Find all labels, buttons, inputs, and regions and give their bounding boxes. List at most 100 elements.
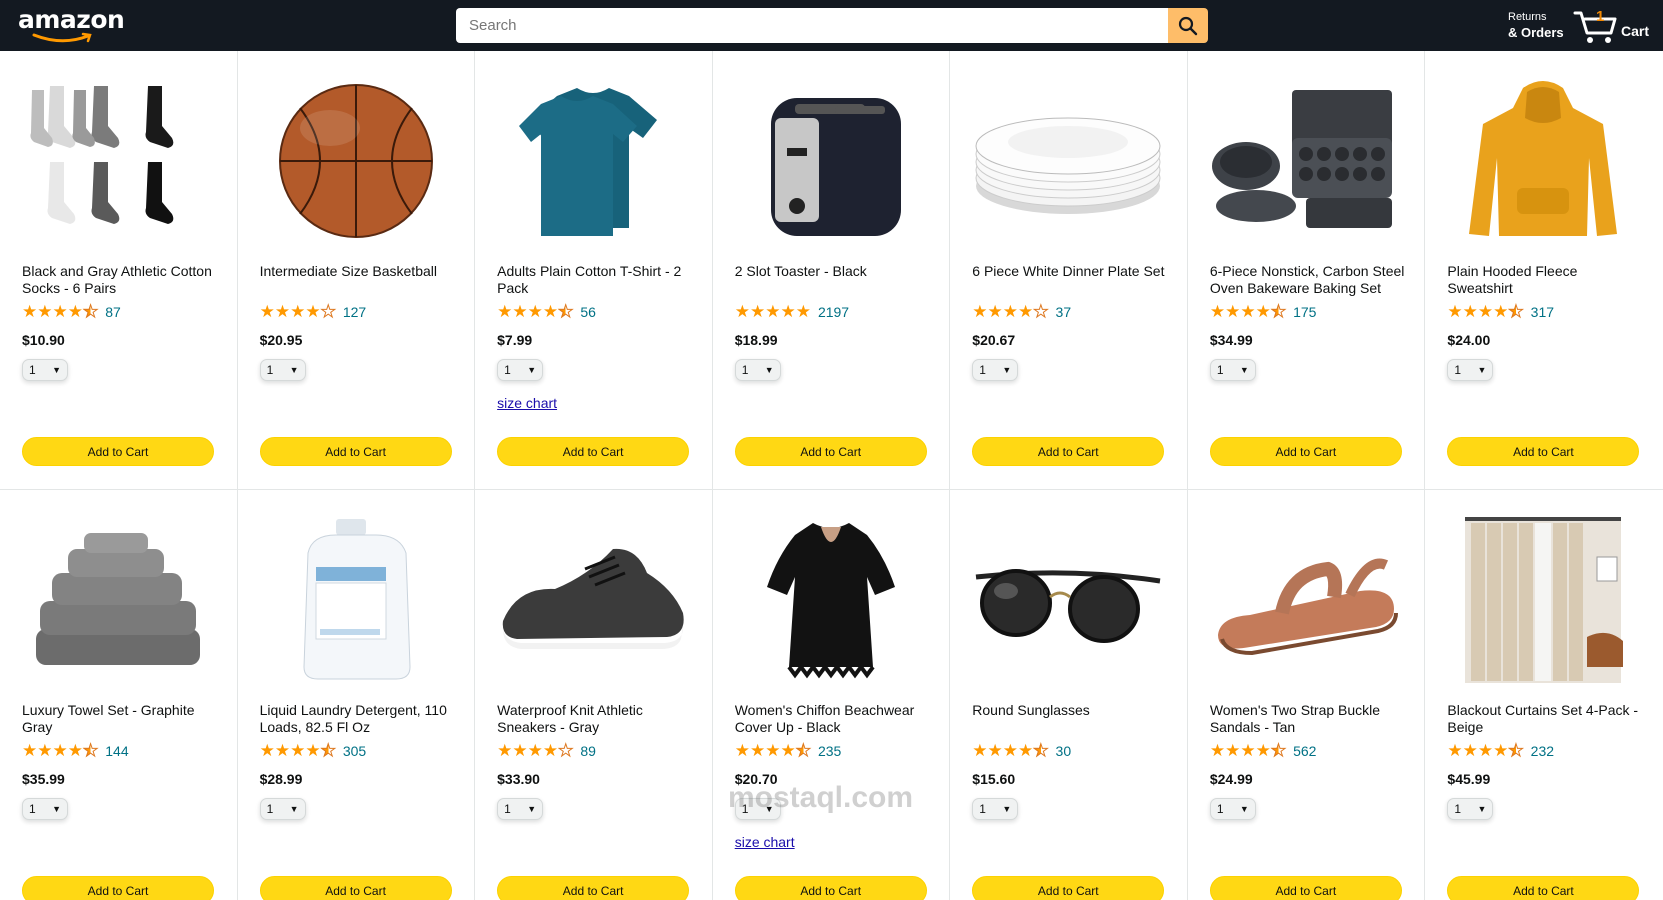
cart-link[interactable]: 1 Cart [1573, 7, 1655, 45]
add-to-cart-button[interactable]: Add to Cart [497, 437, 690, 466]
rating-stars-icon: ★ ★ ★ ★ ★ [972, 741, 1049, 760]
quantity-value: 1 [979, 363, 986, 377]
add-to-cart-button[interactable]: Add to Cart [1447, 437, 1640, 466]
basketball-image[interactable] [260, 78, 452, 244]
quantity-select[interactable]: 1 ▼ [22, 798, 68, 820]
rating-count-link[interactable]: 317 [1531, 304, 1554, 320]
rating-stars-icon: ★ ★ ★ ★ ★ [260, 302, 337, 321]
cart-count-badge: 1 [1596, 8, 1605, 25]
quantity-select[interactable]: 1 ▼ [734, 798, 781, 820]
tshirt-image[interactable] [497, 78, 689, 244]
rating-count-link[interactable]: 87 [105, 304, 121, 320]
star-icon: ★ [305, 302, 321, 321]
add-to-cart-button[interactable]: Add to Cart [497, 876, 690, 900]
chevron-down-icon: ▼ [764, 804, 774, 814]
add-to-cart-button[interactable]: Add to Cart [22, 876, 214, 900]
returns-orders-link[interactable]: Returns & Orders [1508, 10, 1564, 40]
rating-count-link[interactable]: 56 [580, 304, 596, 320]
star-icon: ★ [290, 302, 306, 321]
search-input[interactable] [456, 8, 1168, 43]
product-card: Blackout Curtains Set 4-Pack - Beige ★ ★ ★ ★… [1425, 490, 1663, 900]
product-price: $7.99 [497, 332, 533, 348]
star-icon: ★ [1477, 741, 1494, 760]
quantity-select[interactable]: 1 ▼ [1209, 798, 1256, 820]
rating-count-link[interactable]: 89 [580, 743, 596, 759]
add-to-cart-button[interactable]: Add to Cart [734, 437, 927, 466]
quantity-select[interactable]: 1 ▼ [734, 359, 781, 381]
rating-stars-icon: ★ ★ ★ ★ ★ [1209, 302, 1287, 321]
hoodie-image[interactable] [1447, 78, 1639, 244]
product-price: $24.99 [1209, 771, 1253, 787]
add-to-cart-button[interactable]: Add to Cart [259, 876, 452, 900]
quantity-select[interactable]: 1 ▼ [1447, 798, 1494, 820]
rating-count-link[interactable]: 37 [1056, 304, 1072, 320]
quantity-select[interactable]: 1 ▼ [259, 798, 306, 820]
rating-count-link[interactable]: 144 [105, 743, 128, 759]
sunglasses-image[interactable] [972, 517, 1164, 683]
rating-stars-icon: ★ ★ ★ ★ ★ [735, 741, 812, 760]
star-icon: ★ [52, 302, 68, 321]
product-price: $20.67 [972, 332, 1016, 348]
star-icon: ★ [512, 741, 528, 760]
add-to-cart-button[interactable]: Add to Cart [972, 876, 1165, 900]
product-price: $28.99 [259, 771, 303, 787]
sneaker-image[interactable] [497, 517, 689, 683]
quantity-select[interactable]: 1 ▼ [22, 359, 68, 381]
amazon-logo[interactable]: amazon [18, 6, 125, 44]
rating-count-link[interactable]: 127 [343, 304, 366, 320]
rating-count-link[interactable]: 305 [343, 743, 366, 759]
star-icon: ★ [1508, 741, 1524, 760]
star-icon: ★ [67, 741, 83, 760]
plates-image[interactable] [972, 78, 1164, 244]
add-to-cart-button[interactable]: Add to Cart [1209, 437, 1402, 466]
quantity-select[interactable]: 1 ▼ [972, 798, 1019, 820]
rating-stars-icon: ★ ★ ★ ★ ★ [1447, 741, 1524, 760]
rating-count-link[interactable]: 235 [818, 743, 841, 759]
detergent-image[interactable] [260, 517, 452, 683]
product-name: Black and Gray Athletic Cotton Socks - 6… [22, 263, 212, 296]
product-rating: ★ ★ ★ ★ ★ 56 [497, 302, 596, 321]
rating-count-link[interactable]: 175 [1293, 304, 1316, 320]
chevron-down-icon: ▼ [527, 365, 537, 375]
quantity-select[interactable]: 1 ▼ [497, 359, 544, 381]
chevron-down-icon: ▼ [1477, 365, 1487, 375]
star-icon: ★ [1240, 741, 1256, 760]
star-icon: ★ [1033, 741, 1049, 760]
add-to-cart-button[interactable]: Add to Cart [972, 437, 1165, 466]
quantity-select[interactable]: 1 ▼ [1447, 359, 1494, 381]
size-chart-link[interactable]: size chart [735, 834, 795, 850]
star-icon: ★ [1209, 302, 1226, 321]
add-to-cart-button[interactable]: Add to Cart [1209, 876, 1402, 900]
star-icon: ★ [1225, 741, 1241, 760]
product-card: Black and Gray Athletic Cotton Socks - 6… [0, 51, 238, 490]
add-to-cart-button[interactable]: Add to Cart [259, 437, 452, 466]
rating-count-link[interactable]: 30 [1056, 743, 1072, 759]
product-price: $20.95 [259, 332, 303, 348]
socks-image[interactable] [22, 78, 214, 244]
quantity-value: 1 [29, 363, 36, 377]
size-chart-link[interactable]: size chart [497, 395, 557, 411]
quantity-select[interactable]: 1 ▼ [497, 798, 544, 820]
star-icon: ★ [1447, 741, 1463, 760]
rating-count-link[interactable]: 232 [1531, 743, 1554, 759]
towels-image[interactable] [22, 517, 214, 683]
add-to-cart-button[interactable]: Add to Cart [734, 876, 927, 900]
product-price: $15.60 [972, 771, 1016, 787]
curtains-image[interactable] [1447, 517, 1639, 683]
product-price: $24.00 [1447, 332, 1491, 348]
sandal-image[interactable] [1210, 517, 1402, 683]
star-icon: ★ [1018, 741, 1034, 760]
search-button[interactable] [1168, 8, 1208, 43]
quantity-select[interactable]: 1 ▼ [972, 359, 1019, 381]
star-icon: ★ [1018, 302, 1034, 321]
add-to-cart-button[interactable]: Add to Cart [22, 437, 214, 466]
bakeware-image[interactable] [1210, 78, 1402, 244]
rating-count-link[interactable]: 562 [1293, 743, 1316, 759]
coverup-image[interactable] [735, 517, 927, 683]
quantity-select[interactable]: 1 ▼ [259, 359, 306, 381]
quantity-select[interactable]: 1 ▼ [1209, 359, 1256, 381]
toaster-image[interactable] [735, 78, 927, 244]
rating-count-link[interactable]: 2197 [818, 304, 849, 320]
add-to-cart-button[interactable]: Add to Cart [1447, 876, 1640, 900]
product-name: Liquid Laundry Detergent, 110 Loads, 82.… [259, 702, 447, 735]
